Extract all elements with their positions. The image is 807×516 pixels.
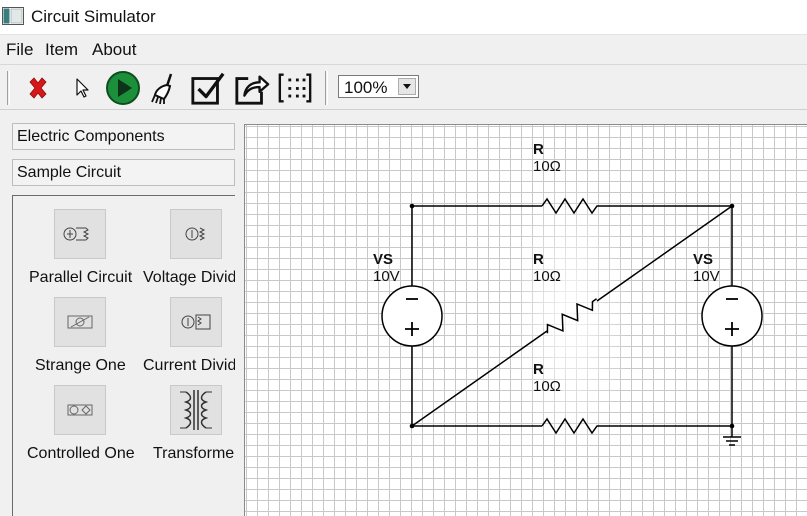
sample-controlled-one[interactable]: Controlled One [13, 372, 135, 462]
grid-button[interactable] [277, 69, 313, 107]
voltage-source-right[interactable] [701, 285, 763, 347]
sample-label: Transforme [153, 445, 235, 462]
sample-current-divider[interactable]: Current Divid [143, 284, 235, 374]
section-electric-components[interactable]: Electric Components [12, 123, 235, 150]
menu-file[interactable]: File [6, 40, 33, 60]
controlled-one-icon [54, 385, 106, 435]
component-value: 10Ω [533, 268, 561, 285]
transformer-icon [170, 385, 222, 435]
component-value: 10V [693, 268, 720, 285]
menu-bar: File Item About [0, 34, 807, 64]
run-icon [106, 71, 140, 105]
component-label-vs-right: VS 10V [693, 251, 720, 285]
check-button[interactable] [190, 69, 226, 107]
export-icon [235, 75, 270, 105]
component-name: VS [693, 251, 714, 268]
sidebar: Electric Components Sample Circuit Paral… [0, 111, 244, 516]
strange-one-icon [54, 297, 106, 347]
component-label-r-mid: R 10Ω [533, 251, 561, 285]
zoom-value: 100% [344, 78, 388, 97]
component-name: VS [373, 251, 394, 268]
broom-icon [151, 73, 173, 105]
component-value: 10Ω [533, 158, 561, 175]
component-name: R [533, 361, 544, 378]
parallel-circuit-icon [54, 209, 106, 259]
voltage-source-left[interactable] [381, 285, 443, 347]
run-button[interactable] [105, 69, 141, 107]
select-button[interactable] [64, 69, 100, 107]
menu-about[interactable]: About [92, 40, 136, 60]
toolbar: 100% [0, 64, 807, 110]
app-icon [2, 7, 24, 25]
delete-button[interactable] [20, 69, 56, 107]
component-label-r-bottom: R 10Ω [533, 361, 561, 395]
title-bar: Circuit Simulator [0, 0, 807, 34]
circuit-drawing [381, 165, 763, 465]
checkbox-icon [191, 72, 225, 105]
section-label: Sample Circuit [17, 164, 122, 181]
section-sample-circuit[interactable]: Sample Circuit [12, 159, 235, 186]
export-button[interactable] [234, 69, 270, 107]
zoom-select[interactable]: 100% [338, 75, 419, 98]
delete-icon [29, 77, 47, 99]
component-label-vs-left: VS 10V [373, 251, 400, 285]
sample-circuit-panel: Parallel Circuit Voltage Divid Strange O… [12, 195, 235, 516]
pointer-icon [76, 78, 89, 98]
app-window: Circuit Simulator File Item About 100% E… [0, 0, 807, 516]
toolbar-grip[interactable] [7, 71, 10, 105]
chevron-down-icon[interactable] [398, 78, 416, 95]
sample-label: Controlled One [27, 445, 135, 462]
window-title: Circuit Simulator [31, 7, 156, 26]
component-name: R [533, 251, 544, 268]
component-label-r-top: R 10Ω [533, 141, 561, 175]
component-value: 10Ω [533, 378, 561, 395]
current-divider-icon [170, 297, 222, 347]
clear-button[interactable] [148, 69, 184, 107]
circuit-canvas[interactable]: R 10Ω R 10Ω R 10Ω VS 10V VS 10V [244, 124, 807, 516]
sample-parallel-circuit[interactable]: Parallel Circuit [13, 196, 133, 286]
ground-icon[interactable] [723, 436, 741, 446]
component-value: 10V [373, 268, 400, 285]
grid-icon [278, 73, 312, 103]
menu-item[interactable]: Item [45, 40, 78, 60]
sample-voltage-divider[interactable]: Voltage Divid [143, 196, 235, 286]
sample-strange-one[interactable]: Strange One [13, 284, 133, 374]
voltage-divider-icon [170, 209, 222, 259]
component-name: R [533, 141, 544, 158]
toolbar-grip[interactable] [325, 71, 328, 105]
section-label: Electric Components [17, 128, 165, 145]
sample-transformer[interactable]: Transforme [143, 372, 235, 462]
